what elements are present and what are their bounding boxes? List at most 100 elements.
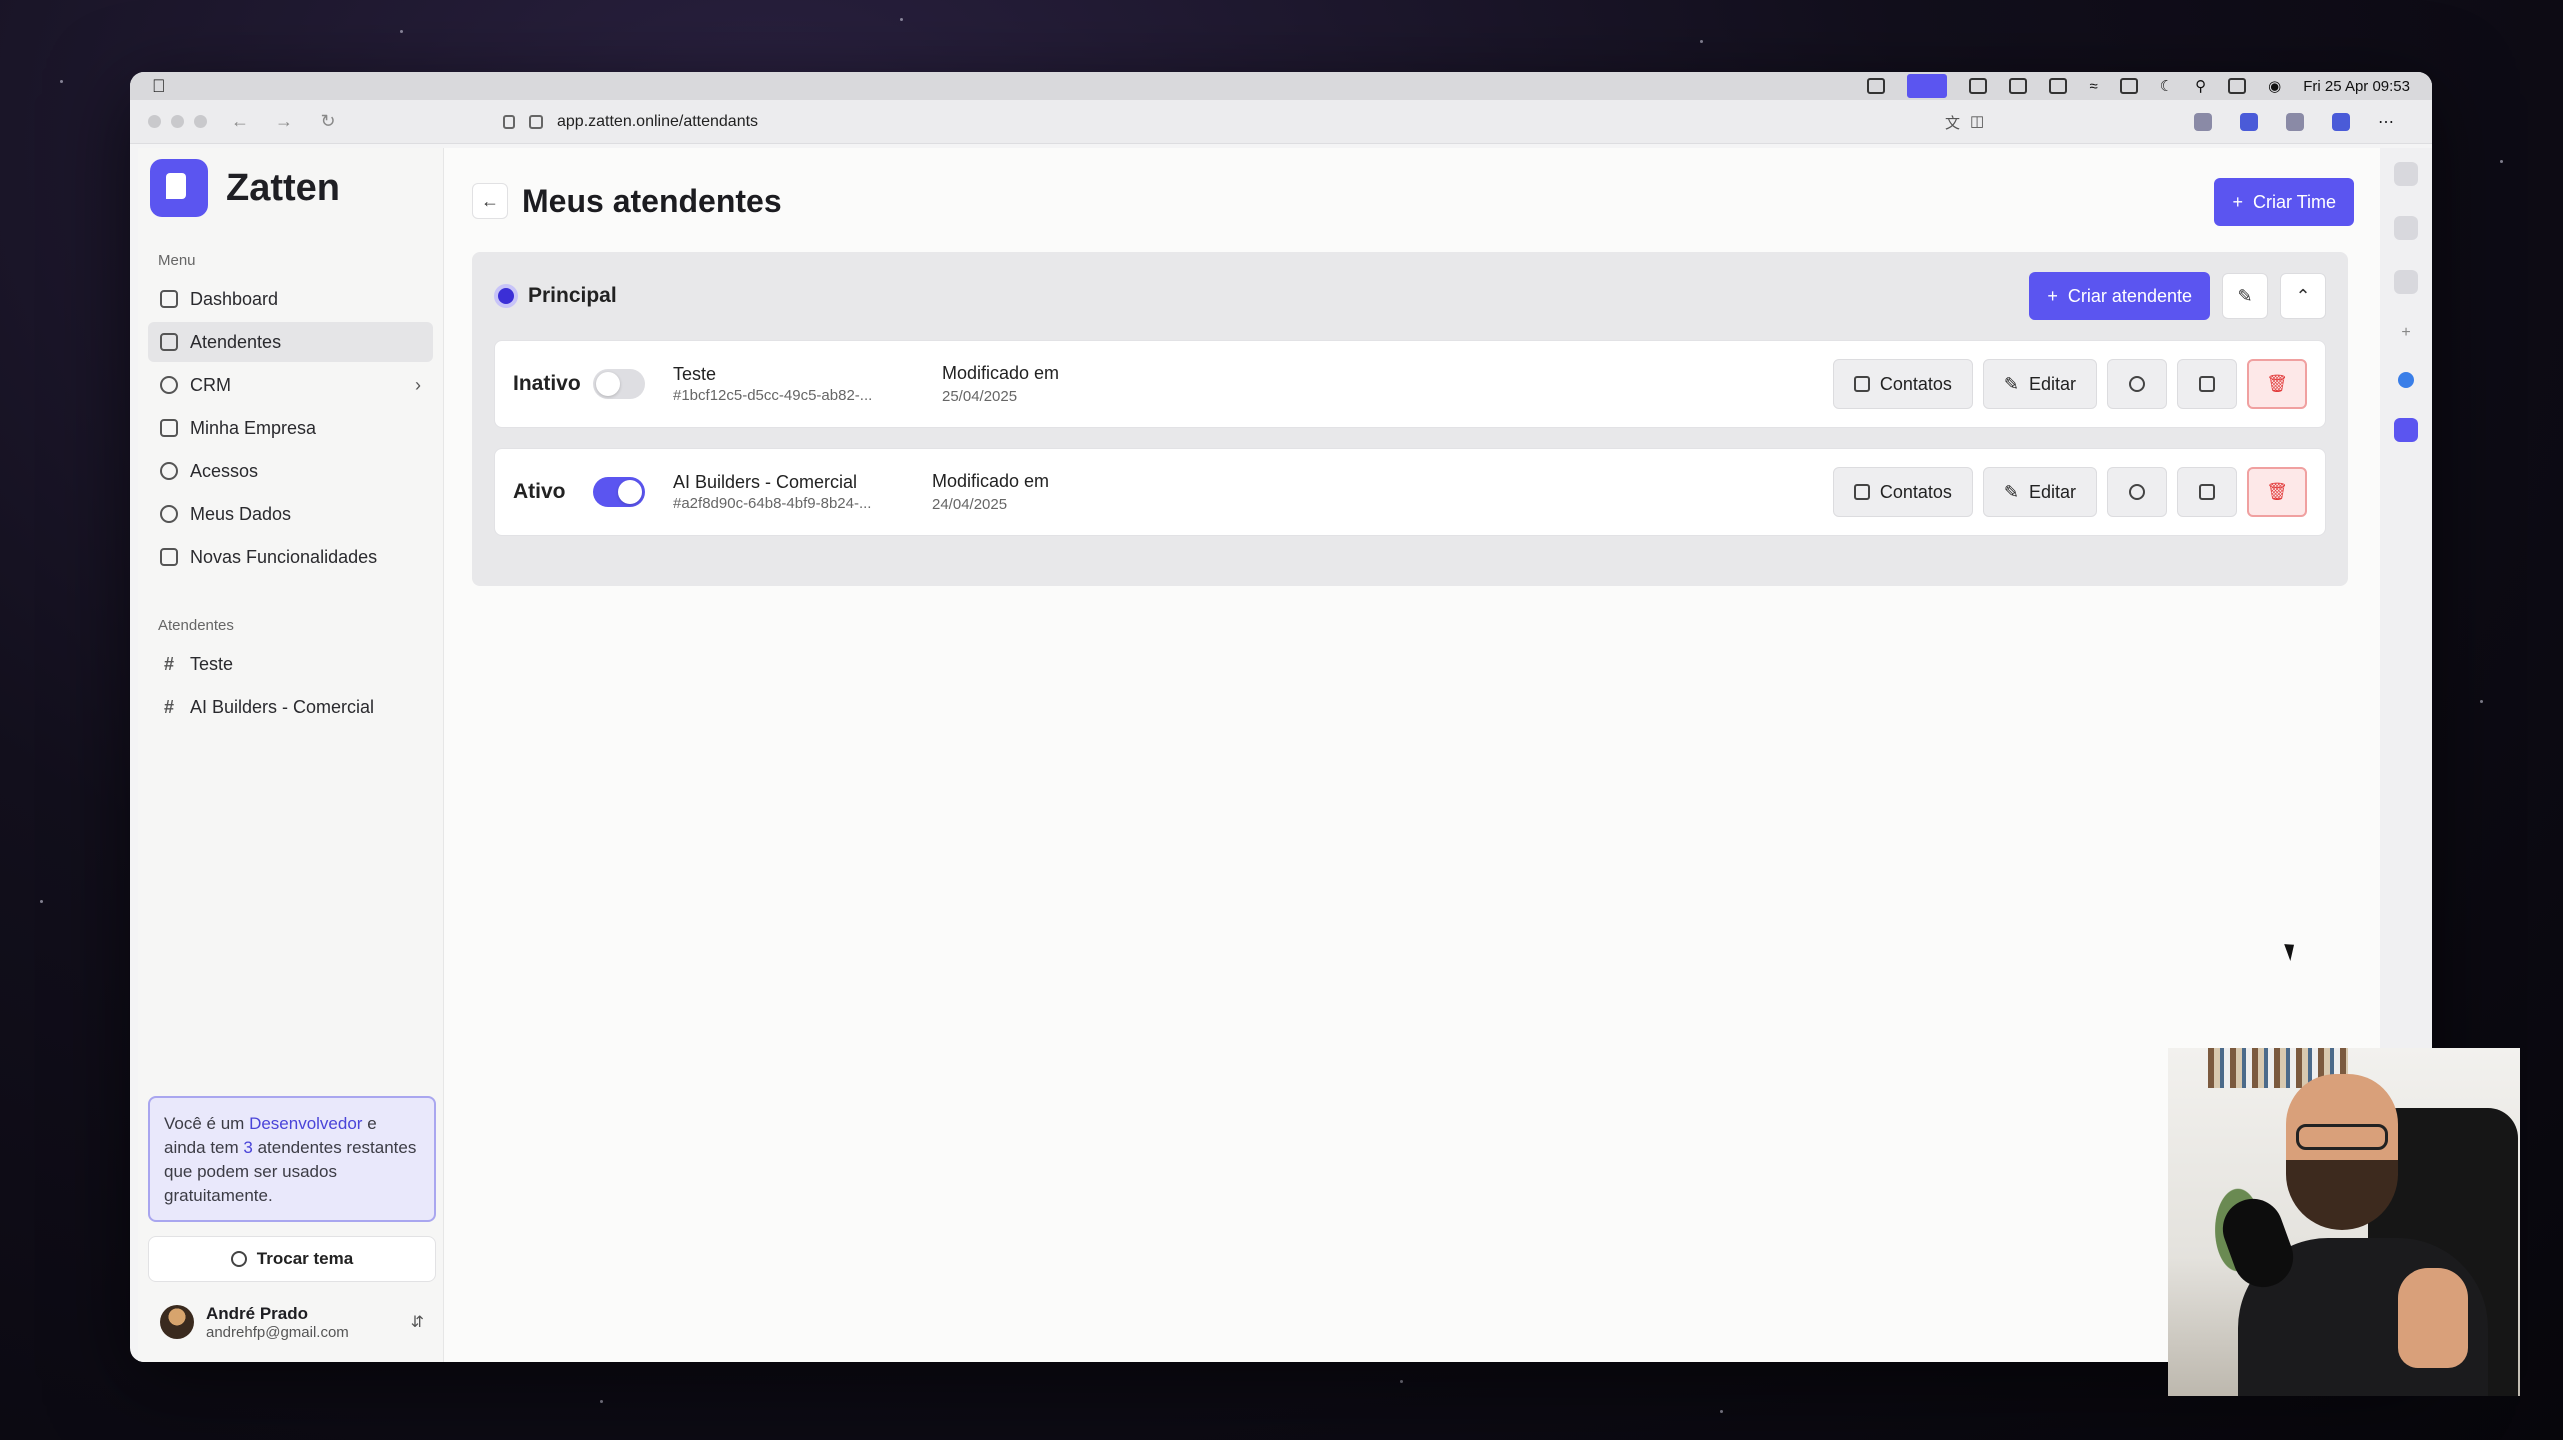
- sun-icon: [230, 1251, 247, 1267]
- url-text[interactable]: app.zatten.online/attendants: [557, 113, 758, 131]
- agent-modified: Modificado em 24/04/2025: [932, 471, 1049, 513]
- agent-id: #1bcf12c5-d5cc-49c5-ab82-...: [673, 387, 873, 404]
- sidebar: Zatten Menu Dashboard Atendentes CRM › M…: [138, 148, 444, 1362]
- delete-agent-button[interactable]: 🗑: [2247, 359, 2307, 409]
- chevron-up-icon: ⌃: [2295, 285, 2311, 306]
- drive-icon[interactable]: [2009, 78, 2028, 94]
- plan-role-link[interactable]: Desenvolvedor: [249, 1114, 362, 1133]
- close-window-button[interactable]: [148, 115, 161, 128]
- search-icon[interactable]: ⚲: [2195, 77, 2206, 95]
- target-icon: [160, 376, 178, 394]
- sidebar-item-atendentes[interactable]: Atendentes: [148, 322, 433, 362]
- sidebar-app-icon[interactable]: [2394, 216, 2418, 240]
- user-name: André Prado: [206, 1303, 309, 1323]
- agent-chat-button[interactable]: [2177, 467, 2237, 517]
- sidebar-item-minha-empresa[interactable]: Minha Empresa: [148, 408, 433, 448]
- user-menu[interactable]: André Prado andrehfp@gmail.com ⇵: [148, 1294, 436, 1350]
- plus-icon: +: [2232, 191, 2243, 212]
- contacts-button[interactable]: Contatos: [1832, 467, 1973, 517]
- contacts-label: Contatos: [1879, 373, 1952, 394]
- toggle-knob: [596, 372, 620, 396]
- back-arrow-icon[interactable]: ←: [231, 111, 249, 132]
- keyboard-icon[interactable]: [2119, 78, 2138, 94]
- play-icon[interactable]: [2049, 78, 2068, 94]
- menubar-clock[interactable]: Fri 25 Apr 09:53: [2303, 78, 2410, 95]
- back-button[interactable]: ←: [472, 183, 508, 219]
- thumbs-up-hand: [2398, 1268, 2468, 1368]
- pen-icon[interactable]: [1969, 78, 1988, 94]
- agent-users-button[interactable]: [2107, 467, 2167, 517]
- reload-icon[interactable]: ↻: [319, 111, 337, 132]
- extension-icon[interactable]: [2332, 112, 2350, 131]
- brand[interactable]: Zatten: [148, 158, 433, 218]
- team-card: Principal + Criar atendente ✎ ⌃ Inativo …: [472, 252, 2348, 586]
- sidebar-item-label: Atendentes: [190, 331, 282, 352]
- create-agent-label: Criar atendente: [2067, 285, 2192, 306]
- plus-icon: +: [2047, 285, 2058, 306]
- sidebar-item-dashboard[interactable]: Dashboard: [148, 279, 433, 319]
- reader-icon[interactable]: ◫: [1970, 112, 1984, 133]
- message-icon: [2199, 376, 2215, 392]
- sidebar-item-crm[interactable]: CRM ›: [148, 365, 433, 405]
- create-team-button[interactable]: + Criar Time: [2214, 178, 2354, 226]
- menubar-tray: ≈ ☾ ⚲ ◉ Fri 25 Apr 09:53: [1867, 74, 2410, 98]
- lock-icon: [503, 114, 515, 129]
- message-icon: [2199, 484, 2215, 500]
- sidebar-agent-teste[interactable]: # Teste: [148, 644, 433, 684]
- extension-icon[interactable]: [2286, 112, 2304, 131]
- sidebar-item-label: CRM: [190, 374, 231, 395]
- sidebar-app-icon[interactable]: [2398, 372, 2414, 388]
- gear-icon: [160, 505, 178, 523]
- chevron-up-down-icon[interactable]: ⇵: [411, 1312, 424, 1332]
- toggle-theme-button[interactable]: Trocar tema: [148, 1236, 436, 1282]
- edit-agent-button[interactable]: ✎ Editar: [1982, 359, 2097, 409]
- screen-icon[interactable]: [1867, 78, 1886, 94]
- delete-agent-button[interactable]: 🗑: [2247, 467, 2307, 517]
- sidebar-app-icon[interactable]: [2394, 162, 2418, 186]
- collapse-team-button[interactable]: ⌃: [2280, 273, 2326, 319]
- siri-icon[interactable]: ◉: [2268, 77, 2281, 95]
- sidebar-item-meus-dados[interactable]: Meus Dados: [148, 494, 433, 534]
- sidebar-agent-ai-builders-comercial[interactable]: # AI Builders - Comercial: [148, 687, 433, 727]
- maximize-window-button[interactable]: [194, 115, 207, 128]
- trash-icon: 🗑: [2266, 482, 2288, 501]
- app-shell: Zatten Menu Dashboard Atendentes CRM › M…: [138, 148, 2380, 1362]
- sidebar-item-novas-funcionalidades[interactable]: Novas Funcionalidades: [148, 537, 433, 577]
- wifi-icon[interactable]: ≈: [2089, 78, 2097, 95]
- sidebar-app-icon[interactable]: [2394, 270, 2418, 294]
- agent-chat-button[interactable]: [2177, 359, 2237, 409]
- forward-arrow-icon[interactable]: →: [275, 111, 293, 132]
- create-team-label: Criar Time: [2252, 191, 2336, 212]
- team-header: Principal + Criar atendente ✎ ⌃: [494, 252, 2326, 340]
- extension-icon[interactable]: [2194, 112, 2212, 131]
- contacts-button[interactable]: Contatos: [1832, 359, 1973, 409]
- recording-icon[interactable]: [1907, 74, 1948, 98]
- more-icon[interactable]: ⋯: [2378, 112, 2394, 132]
- users-icon: [2129, 376, 2145, 392]
- site-settings-icon[interactable]: [529, 114, 543, 129]
- agent-name: AI Builders - Comercial: [673, 472, 858, 492]
- edit-team-button[interactable]: ✎: [2222, 273, 2268, 319]
- sidebar-app-icon[interactable]: [2394, 418, 2418, 442]
- chevron-right-icon: ›: [415, 374, 421, 395]
- contact-book-icon: [1853, 376, 1870, 392]
- moon-icon[interactable]: ☾: [2160, 77, 2173, 95]
- toggle-theme-label: Trocar tema: [256, 1249, 354, 1268]
- edit-agent-button[interactable]: ✎ Editar: [1982, 467, 2097, 517]
- agent-users-button[interactable]: [2107, 359, 2167, 409]
- agent-active-toggle[interactable]: [593, 369, 645, 399]
- control-center-icon[interactable]: [2228, 78, 2247, 94]
- sidebar-agent-label: AI Builders - Comercial: [190, 696, 375, 717]
- headset-icon: [160, 333, 178, 351]
- agent-info: Teste #1bcf12c5-d5cc-49c5-ab82-...: [673, 364, 918, 404]
- translate-icon[interactable]: 文: [1945, 112, 1960, 133]
- create-agent-button[interactable]: + Criar atendente: [2029, 272, 2210, 320]
- agent-active-toggle[interactable]: [593, 477, 645, 507]
- minimize-window-button[interactable]: [171, 115, 184, 128]
- extension-icon[interactable]: [2240, 112, 2258, 131]
- apple-icon[interactable]: : [152, 76, 172, 96]
- plus-icon[interactable]: +: [2401, 324, 2410, 342]
- sidebar-item-acessos[interactable]: Acessos: [148, 451, 433, 491]
- address-bar[interactable]: app.zatten.online/attendants: [503, 113, 758, 131]
- arrow-left-icon: ←: [481, 190, 499, 211]
